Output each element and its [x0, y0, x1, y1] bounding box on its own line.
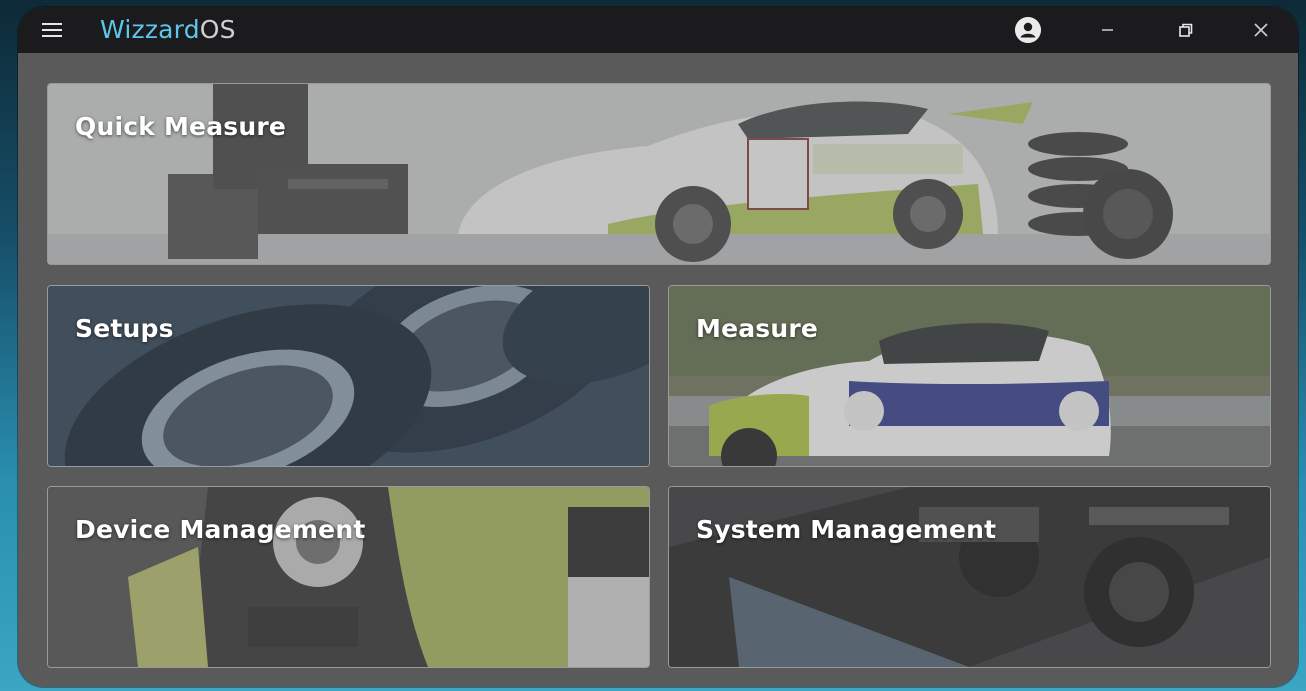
tile-measure[interactable]: Measure [668, 285, 1271, 467]
tile-overlay [48, 487, 649, 667]
minimize-icon[interactable] [1092, 16, 1122, 44]
close-icon[interactable] [1246, 16, 1276, 44]
brand-name-part: Wizzard [100, 15, 200, 44]
tile-setups[interactable]: Setups [47, 285, 650, 467]
tile-overlay [669, 286, 1270, 466]
tile-device-management[interactable]: Device Management [47, 486, 650, 668]
tile-label: Measure [696, 314, 819, 343]
brand-os-part: OS [199, 15, 236, 44]
tile-label: Device Management [75, 515, 366, 544]
tile-overlay [48, 84, 1270, 264]
tile-system-management[interactable]: System Management [668, 486, 1271, 668]
tile-label: Quick Measure [75, 112, 287, 141]
app-brand: WizzardOS [100, 15, 236, 44]
user-account-icon[interactable] [1015, 17, 1041, 43]
tile-label: Setups [75, 314, 174, 343]
tile-overlay [669, 487, 1270, 667]
tile-overlay [48, 286, 649, 466]
tile-label: System Management [696, 515, 997, 544]
hamburger-menu-icon[interactable] [42, 23, 62, 37]
dashboard-grid: Quick Measure Setups Measure Device Mana… [18, 53, 1298, 687]
app-window: WizzardOS Quick Measure Setups Measure D… [18, 7, 1298, 687]
tile-quick-measure[interactable]: Quick Measure [47, 83, 1271, 265]
restore-icon[interactable] [1170, 16, 1200, 44]
title-bar: WizzardOS [18, 7, 1298, 53]
